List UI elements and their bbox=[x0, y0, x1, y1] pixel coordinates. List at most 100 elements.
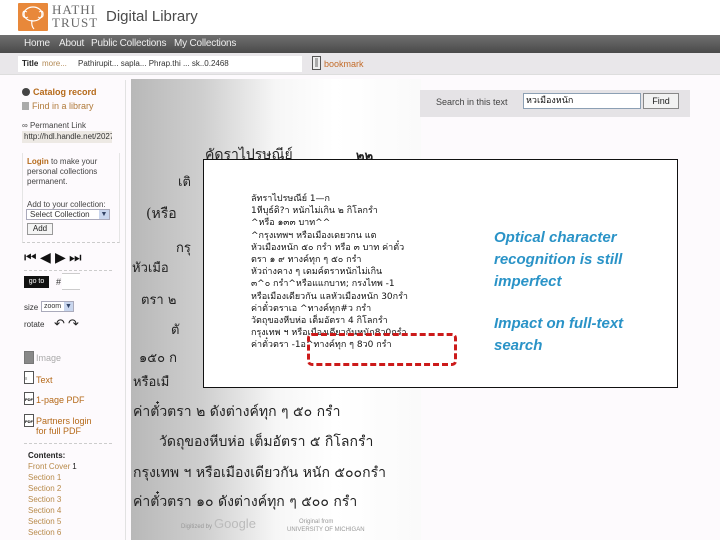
add-to-collection-label: Add to your collection: bbox=[27, 200, 106, 209]
login-prompt: Login to make your personal collections … bbox=[27, 157, 119, 187]
university-watermark: UNIVERSITY OF MICHIGAN bbox=[287, 527, 365, 533]
scan-line: ตั bbox=[171, 323, 180, 338]
contents-item[interactable]: Front Cover 1 bbox=[28, 462, 77, 471]
ocr-line: หัวเมืองหนัก ๕๐ กรำ หรือ ๓ บาท ค่าตั๋ว bbox=[251, 242, 405, 253]
first-page-icon[interactable]: ⏮ bbox=[24, 248, 37, 266]
contents-item[interactable]: Section 4 bbox=[28, 506, 61, 515]
format-text-label: Text bbox=[36, 375, 53, 385]
format-pdf-label: 1-page PDF bbox=[36, 395, 85, 405]
contents-item-label: Section 1 bbox=[28, 473, 62, 482]
rotate-left-icon[interactable]: ↶ bbox=[54, 316, 65, 332]
ocr-line: ^หรือ ๑๓๓ บาท^^ bbox=[251, 218, 331, 229]
pdf-icon: PDF bbox=[24, 392, 34, 405]
catalog-record-label: Catalog record bbox=[33, 87, 97, 97]
title-label: Title bbox=[22, 59, 39, 68]
contents-item-label: Section 2 bbox=[28, 484, 62, 493]
ocr-line: ลัทราไปรษณีย์ 1—ก bbox=[251, 194, 331, 204]
ocr-line: ^กรุงเทพฯ หรือเมืองเดยวกน แต bbox=[251, 230, 377, 241]
scan-line: กรุงเทพ ฯ หรือเมืองเดียวกัน หนัก ๕๐๐กรำ bbox=[133, 465, 386, 481]
contents-item[interactable]: Section 1 bbox=[28, 473, 61, 482]
ocr-annotation-box: ลัทราไปรษณีย์ 1—ก 1หีบุธ์ดิ?า หนักไม่เกิน… bbox=[203, 159, 678, 388]
collection-box: Login to make your personal collections … bbox=[22, 153, 120, 243]
info-icon bbox=[22, 88, 30, 96]
ocr-line: ค่าตั๋วตราเอ ^ทางค์ทุก#ว กรำ bbox=[251, 303, 372, 314]
callout-full-text-impact: Impact on full-text search bbox=[494, 315, 624, 354]
library-icon bbox=[22, 102, 29, 110]
ocr-line: ตรา ๑ ๙ ทางค์ทุก ๆ ๕๐ กรำ bbox=[251, 255, 362, 266]
logo-wordmark: HATHI TRUST bbox=[52, 3, 98, 29]
find-in-library-link[interactable]: Find in a library bbox=[22, 101, 94, 111]
next-page-icon[interactable]: ▶ bbox=[55, 248, 66, 266]
find-button[interactable]: Find bbox=[643, 93, 679, 109]
size-select-value: zoom bbox=[44, 303, 62, 310]
contents-item[interactable]: Section 6 bbox=[28, 528, 61, 537]
permanent-link-field[interactable]: http://hdl.handle.net/2027 bbox=[22, 131, 112, 143]
nav-about[interactable]: About bbox=[59, 38, 84, 49]
catalog-record-link[interactable]: Catalog record bbox=[22, 87, 97, 97]
format-image-label: Image bbox=[36, 353, 62, 363]
link-icon: ∞ bbox=[22, 121, 30, 130]
collection-select-value: Select Collection bbox=[30, 210, 90, 219]
nav-public-collections[interactable]: Public Collections bbox=[91, 38, 167, 49]
divider bbox=[24, 443, 112, 444]
bookmark-icon[interactable] bbox=[312, 56, 321, 70]
partners-login-label: Partners login bbox=[36, 416, 92, 426]
last-page-icon[interactable]: ⏭ bbox=[69, 248, 82, 266]
image-icon bbox=[24, 351, 34, 364]
original-from-label: Original from bbox=[299, 519, 334, 525]
sidebar: Catalog record Find in a library ∞ Perma… bbox=[0, 75, 124, 540]
contents-item-label: Front Cover bbox=[28, 462, 71, 471]
ocr-line: หรือเมืองเดียวกัน แลหัวเมืองหนัก 30กรำ bbox=[251, 291, 408, 302]
go-to-page-button[interactable]: go to bbox=[24, 276, 49, 288]
nav-home[interactable]: Home bbox=[24, 38, 50, 49]
scan-line: (หรือ bbox=[146, 206, 177, 222]
title-more-link[interactable]: more... bbox=[42, 59, 67, 68]
search-in-text-panel: Search in this text หวเมืองหนัก Find bbox=[420, 90, 690, 117]
divider bbox=[24, 270, 112, 271]
scan-line: หรือเมื bbox=[133, 375, 170, 390]
logo-line2: TRUST bbox=[52, 15, 99, 30]
rotate-right-icon[interactable]: ↷ bbox=[68, 316, 79, 332]
scan-line: หัวเมือ bbox=[132, 261, 169, 276]
site-header: HATHI TRUST Digital Library bbox=[0, 0, 720, 35]
collection-select[interactable]: Select Collection ▼ bbox=[26, 209, 110, 220]
rotate-label: rotate bbox=[24, 320, 45, 329]
title-field: Title more... Pathirupit... sapla... Phr… bbox=[18, 56, 302, 72]
scan-line: ๑๕๐ ก bbox=[139, 351, 178, 366]
contents-item-label: Section 4 bbox=[28, 506, 62, 515]
text-icon: ≡ bbox=[24, 371, 34, 384]
contents-title: Contents: bbox=[28, 451, 66, 460]
contents-item[interactable]: Section 3 bbox=[28, 495, 61, 504]
page-number-hash: # bbox=[56, 277, 62, 287]
callout-ocr-imperfect: Optical character recognition is still i… bbox=[494, 229, 623, 290]
nav-my-collections[interactable]: My Collections bbox=[174, 38, 236, 49]
item-title: Pathirupit... sapla... Phrap.thi ... sk.… bbox=[78, 59, 229, 68]
page-number-input[interactable] bbox=[62, 273, 80, 290]
contents-item-label: Section 6 bbox=[28, 528, 62, 537]
hathitrust-elephant-logo-icon[interactable] bbox=[18, 3, 48, 31]
search-in-text-label: Search in this text bbox=[436, 97, 508, 107]
ocr-text-block: ลัทราไปรษณีย์ 1—ก 1หีบุธ์ดิ?า หนักไม่เกิน… bbox=[251, 193, 408, 352]
contents-item[interactable]: Section 5 bbox=[28, 517, 61, 526]
page: HATHI TRUST Digital Library Home About P… bbox=[0, 0, 720, 540]
ocr-error-highlight bbox=[307, 333, 457, 366]
ocr-line: ๓^๐ กรำ^หรือแแกบาท; กรงไทพ -1 bbox=[251, 279, 395, 290]
partners-login-label2: for full PDF bbox=[36, 426, 82, 436]
ocr-line: 1หีบุธ์ดิ?า หนักไม่เกิน ๒ กิโลกรำ bbox=[251, 206, 378, 217]
search-in-text-input[interactable]: หวเมืองหนัก bbox=[523, 93, 641, 109]
scan-line: กรุ bbox=[176, 241, 191, 256]
contents-item-label: Section 5 bbox=[28, 517, 62, 526]
permanent-link-text: Permanent Link bbox=[29, 121, 86, 130]
login-link[interactable]: Login bbox=[27, 157, 49, 166]
contents-item[interactable]: Section 2 bbox=[28, 484, 61, 493]
add-to-collection-button[interactable]: Add bbox=[27, 223, 53, 235]
size-label: size bbox=[24, 303, 39, 312]
size-select[interactable]: zoom ▼ bbox=[41, 301, 74, 312]
scan-line: ตรา ๒ bbox=[141, 293, 177, 308]
bookmark-link[interactable]: bookmark bbox=[324, 59, 364, 69]
permanent-link-label: ∞ Permanent Link bbox=[22, 121, 86, 130]
previous-page-icon[interactable]: ◀ bbox=[40, 248, 51, 266]
chevron-down-icon: ▼ bbox=[64, 302, 73, 311]
contents-item-page: 1 bbox=[72, 462, 77, 471]
digitized-by-label: Digitized by bbox=[181, 524, 213, 530]
